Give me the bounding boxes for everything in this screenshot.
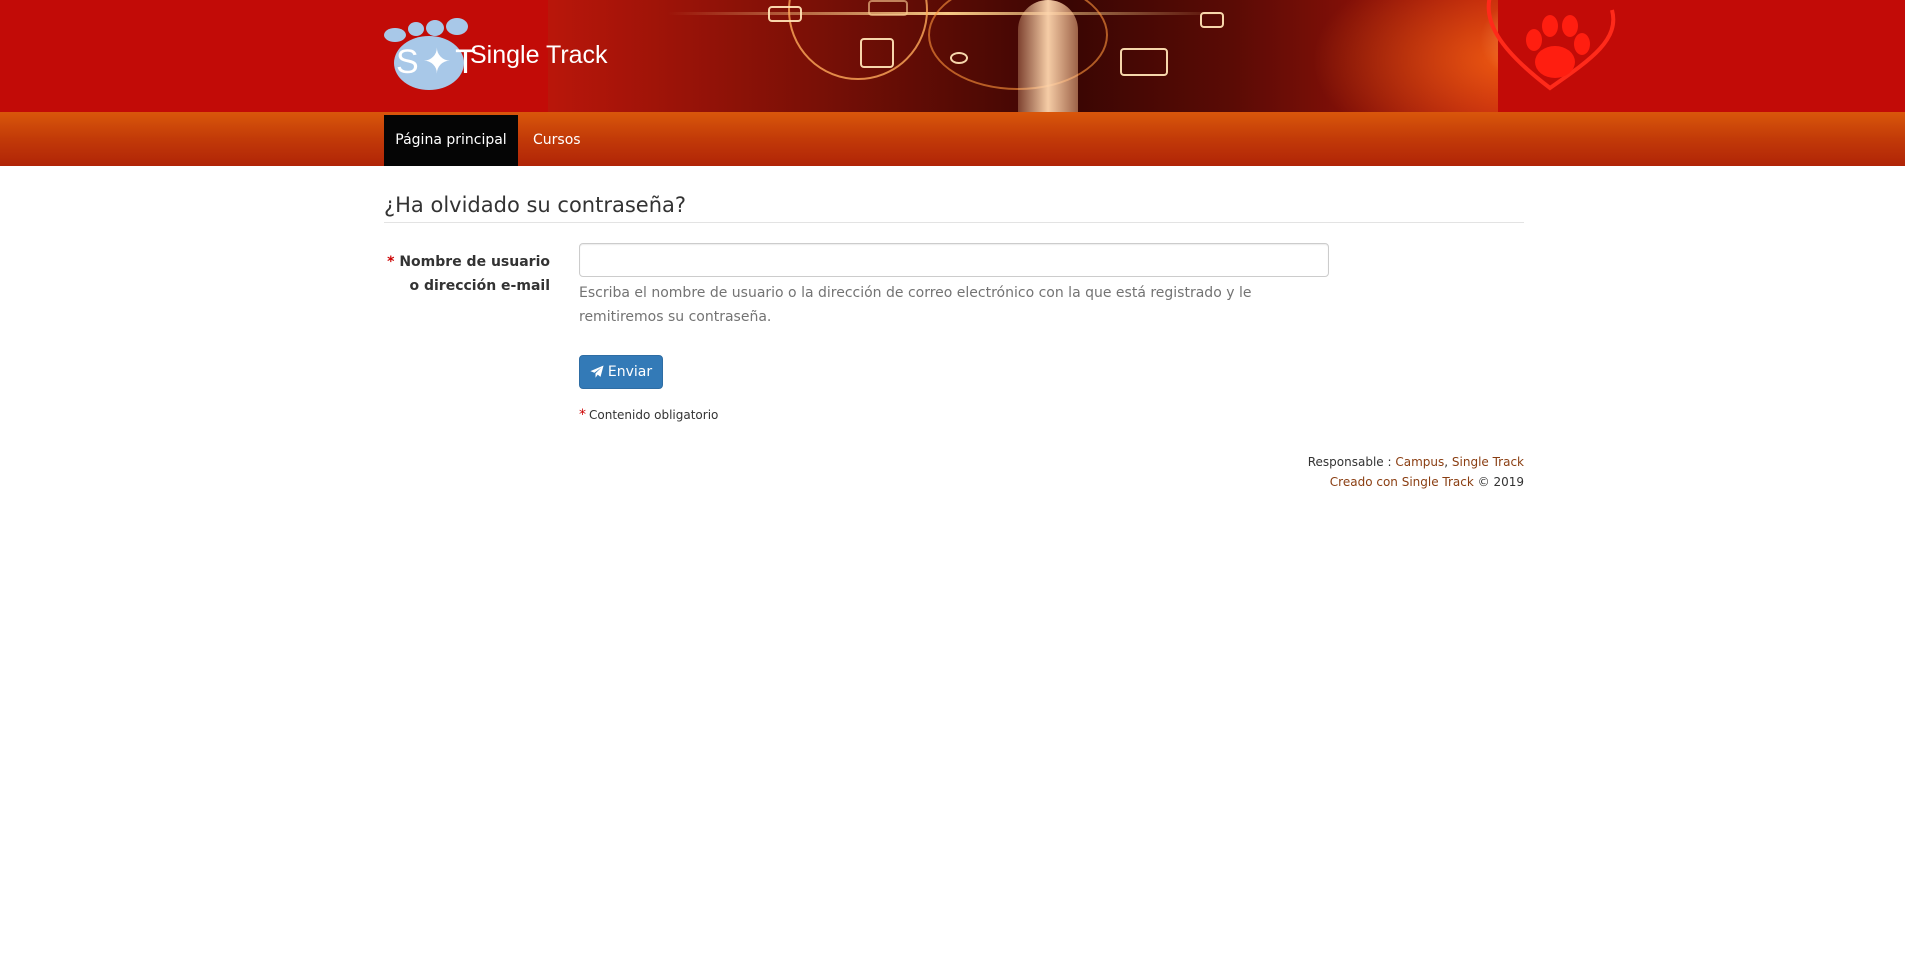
paper-plane-icon [590, 365, 604, 378]
field-help-text: Escriba el nombre de usuario o la direcc… [579, 285, 1252, 325]
title-divider [384, 222, 1524, 223]
header-banner: S✦T Single Track [0, 0, 1905, 112]
nav-item-courses[interactable]: Cursos [518, 115, 596, 166]
footer-link-campus[interactable]: Campus [1395, 455, 1444, 469]
page-footer: Responsable : Campus, Single Track Cread… [1200, 452, 1524, 492]
paw-heart-icon [1486, 0, 1616, 91]
site-logo[interactable]: S✦T Single Track [384, 18, 644, 92]
required-marker: * [387, 254, 395, 270]
required-fields-note: * Contenido obligatorio [579, 405, 718, 425]
main-navbar: Página principal Cursos [0, 112, 1905, 166]
required-note-text: Contenido obligatorio [589, 408, 719, 422]
footer-link-created-with[interactable]: Creado con Single Track [1330, 475, 1474, 489]
nav-item-home[interactable]: Página principal [384, 115, 518, 166]
submit-button-label: Enviar [607, 364, 653, 380]
username-email-input[interactable] [579, 243, 1329, 277]
footer-copyright: © 2019 [1473, 475, 1524, 489]
required-note-marker: * [579, 407, 586, 423]
footer-link-single-track[interactable]: Single Track [1452, 455, 1524, 469]
page-title: ¿Ha olvidado su contraseña? [384, 193, 687, 217]
submit-button[interactable]: Enviar [579, 355, 663, 389]
logo-letters: S✦T [396, 43, 480, 81]
banner-image [548, 0, 1498, 112]
footer-responsible-line: Responsable : Campus, Single Track [1200, 452, 1524, 472]
username-email-label-text: Nombre de usuario o dirección e-mail [399, 254, 550, 294]
brand-name: Single Track [470, 41, 608, 69]
username-email-label: * Nombre de usuario o dirección e-mail [384, 250, 550, 298]
footer-responsible-prefix: Responsable : [1307, 455, 1396, 469]
footer-created-line: Creado con Single Track © 2019 [1200, 472, 1524, 492]
footer-separator: , [1444, 455, 1452, 469]
